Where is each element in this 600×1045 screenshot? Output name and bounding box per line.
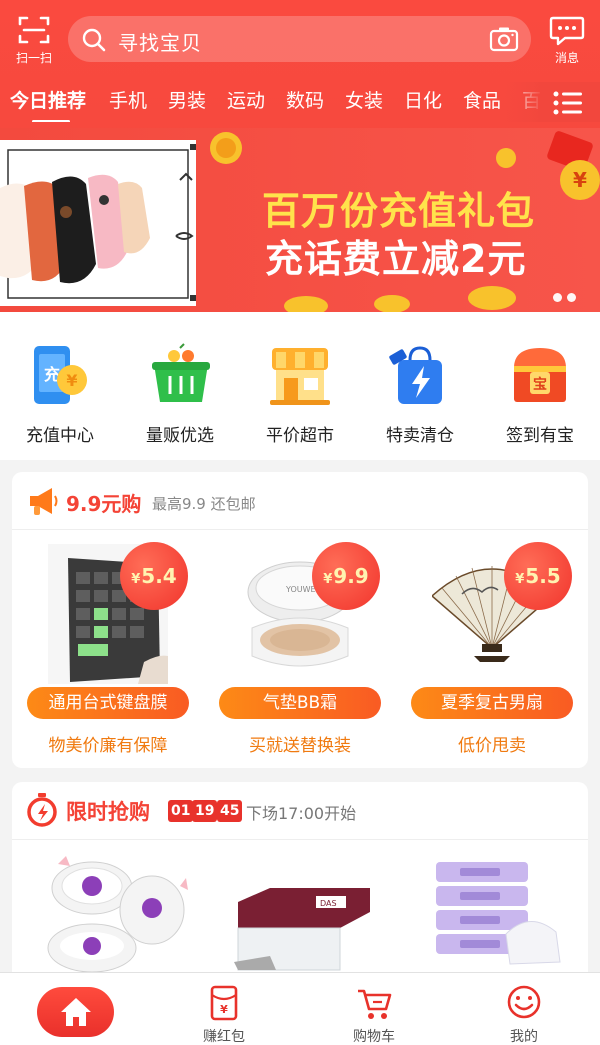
search-placeholder: 寻找宝贝 (118, 31, 202, 55)
quick-nav-clearance[interactable]: 特卖清仓 (360, 342, 480, 452)
carousel-dot[interactable] (553, 293, 562, 302)
tab-me[interactable]: 我的 (474, 983, 574, 1045)
tab-label: 赚红包 (203, 1029, 245, 1045)
product-name: 夏季复古男扇 (411, 687, 573, 719)
product-card[interactable]: ¥5.4 通用台式键盘膜 物美价廉有保障 (12, 534, 204, 762)
deal-99-header[interactable]: 9.9元购 最高9.9 还包邮 (12, 472, 588, 530)
scan-icon (18, 16, 50, 44)
product-tagline: 物美价廉有保障 (48, 736, 168, 756)
home-icon (61, 998, 91, 1026)
menu-icon[interactable] (553, 90, 583, 116)
banner-subline: 充话费立减2元 (265, 237, 527, 281)
messages-label: 消息 (554, 51, 579, 65)
product-name: 通用台式键盘膜 (27, 687, 189, 719)
tab-label: 我的 (510, 1029, 538, 1045)
product-name: 气垫BB霜 (219, 687, 381, 719)
tab-cart[interactable]: 购物车 (324, 983, 424, 1045)
active-tab-indicator (32, 120, 70, 122)
basin-product-image[interactable] (40, 852, 190, 972)
home-button[interactable] (37, 987, 114, 1037)
countdown-hours: 01 (168, 800, 194, 822)
tab-today[interactable]: 今日推荐 (10, 86, 86, 113)
quick-nav-label: 充值中心 (26, 426, 94, 446)
chat-bubble-icon (549, 16, 585, 46)
stopwatch-icon (27, 793, 57, 827)
svg-text:¥: ¥ (220, 1003, 228, 1016)
quick-nav-label: 平价超市 (266, 426, 334, 446)
smiley-icon (507, 985, 541, 1019)
product-tagline: 低价甩卖 (458, 736, 526, 756)
product-tagline: 买就送替换装 (249, 736, 351, 756)
product-card[interactable]: YOUWELL ¥9.9 气垫BB霜 买就送替换装 (204, 534, 396, 762)
carousel-dot[interactable] (567, 293, 576, 302)
quick-nav: 充 ¥ 充值中心 量贩优选 平价超市 特卖清仓 宝 签到有宝 (0, 312, 600, 460)
shopping-basket-icon (152, 343, 210, 402)
lightning-bag-icon (389, 346, 442, 404)
quick-nav-recharge[interactable]: 充 ¥ 充值中心 (0, 342, 120, 452)
shopping-cart-icon (358, 989, 392, 1019)
promo-banner[interactable]: ¥ 百万份充值礼包 充话费立减2元 (0, 128, 600, 312)
scan-button[interactable]: 扫一扫 (10, 12, 58, 68)
red-packet-icon: ¥ (210, 985, 238, 1021)
tab-womenswear[interactable]: 女装 (345, 86, 383, 113)
wet-wipes-image[interactable] (430, 852, 570, 972)
product-card[interactable]: ¥5.5 夏季复古男扇 低价甩卖 (396, 534, 588, 762)
top-bar: 扫一扫 寻找宝贝 消息 (0, 12, 600, 68)
price-badge: ¥5.4 (120, 542, 188, 610)
tab-label: 购物车 (353, 1029, 395, 1045)
svg-text:¥: ¥ (66, 371, 77, 390)
quick-nav-label: 签到有宝 (506, 426, 574, 446)
tab-phones[interactable]: 手机 (109, 86, 147, 113)
quick-nav-label: 特卖清仓 (386, 426, 454, 446)
quick-nav-bulk[interactable]: 量贩优选 (120, 342, 240, 452)
price-badge: ¥5.5 (504, 542, 572, 610)
treasure-chest-icon: 宝 (514, 348, 566, 402)
svg-text:宝: 宝 (533, 376, 547, 393)
tab-food[interactable]: 食品 (463, 86, 501, 113)
countdown-minutes: 19 (192, 800, 218, 822)
tab-sports[interactable]: 运动 (227, 86, 265, 113)
banner-headline: 百万份充值礼包 (262, 189, 536, 233)
quick-nav-checkin[interactable]: 宝 签到有宝 (480, 342, 600, 452)
quick-nav-supermarket[interactable]: 平价超市 (240, 342, 360, 452)
tab-menswear[interactable]: 男装 (168, 86, 206, 113)
countdown-seconds: 45 (217, 800, 243, 822)
scan-label: 扫一扫 (15, 51, 52, 65)
category-tabs: 今日推荐 手机 男装 运动 数码 女装 日化 食品 百 (0, 82, 600, 122)
bottom-tab-bar: ¥ 赚红包 购物车 我的 (0, 972, 600, 1045)
deal-99-title: 9.9元购 (66, 492, 142, 516)
tab-daily[interactable]: 日化 (404, 86, 442, 113)
price-badge: ¥9.9 (312, 542, 380, 610)
banner-socks-image (0, 140, 196, 306)
store-icon (270, 348, 330, 405)
messages-button[interactable]: 消息 (544, 12, 590, 68)
flash-sale-header[interactable]: 限时抢购 01 : 19 : 45 下场17:00开始 (12, 782, 588, 840)
phone-recharge-icon: 充 ¥ (34, 346, 87, 404)
svg-text:¥: ¥ (573, 168, 587, 192)
camera-icon[interactable] (489, 26, 519, 52)
tab-earn-red-packet[interactable]: ¥ 赚红包 (174, 983, 274, 1045)
carousel-dots (553, 293, 583, 303)
search-icon (82, 28, 106, 52)
flash-sale-card: 限时抢购 01 : 19 : 45 下场17:00开始 DAS (12, 782, 588, 982)
next-session: 下场17:00开始 (246, 804, 357, 823)
svg-text:DAS: DAS (320, 899, 337, 908)
megaphone-icon (30, 488, 58, 515)
tab-digital[interactable]: 数码 (286, 86, 324, 113)
glass-container-image[interactable]: DAS (230, 852, 380, 972)
deal-99-card: 9.9元购 最高9.9 还包邮 ¥5.4 通用台式键盘膜 物美价廉有保障 YOU… (12, 472, 588, 768)
deal-99-subtitle: 最高9.9 还包邮 (152, 495, 256, 513)
search-bar[interactable]: 寻找宝贝 (68, 16, 531, 62)
quick-nav-label: 量贩优选 (146, 426, 214, 446)
flash-sale-title: 限时抢购 (66, 800, 150, 824)
